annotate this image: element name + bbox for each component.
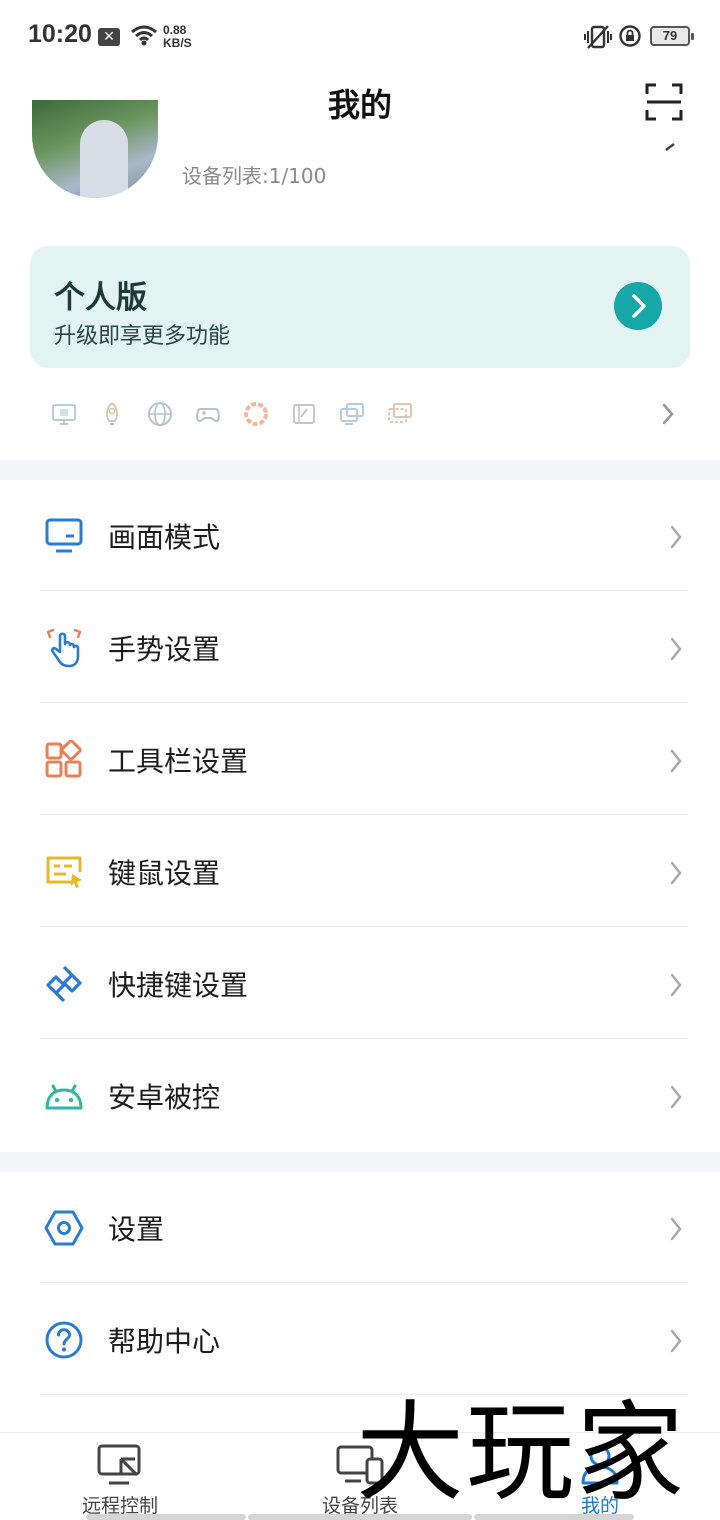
menu-item-display-mode[interactable]: 画面模式 [0, 480, 720, 592]
menu-item-shortcut-settings[interactable]: 快捷键设置 [0, 928, 720, 1040]
help-icon [45, 1321, 83, 1359]
menu-item-gesture-settings[interactable]: 手势设置 [0, 592, 720, 704]
vibrate-mute-icon [584, 25, 612, 49]
section-divider [0, 460, 720, 480]
multi-screen-icon [340, 403, 364, 425]
menu-item-keyboard-mouse-settings[interactable]: 键鼠设置 [0, 816, 720, 928]
divider [40, 814, 688, 815]
menu-item-help-center[interactable]: 帮助中心 [0, 1284, 720, 1396]
version-subtitle: 升级即享更多功能 [54, 324, 231, 349]
feature-row-chevron-icon[interactable] [660, 402, 676, 426]
chevron-right-icon [670, 749, 682, 773]
notification-close-icon: ✕ [98, 28, 120, 46]
chevron-right-icon [670, 1217, 682, 1241]
menu-item-label: 设置 [108, 1213, 165, 1246]
wifi-icon [131, 25, 157, 46]
watermark: 大玩家 [356, 1391, 687, 1516]
chevron-right-icon [670, 1085, 682, 1109]
menu-item-label: 画面模式 [108, 521, 221, 554]
divider [40, 926, 688, 927]
globe-icon [148, 402, 172, 426]
chevron-right-icon [670, 1329, 682, 1353]
monitor-icon [52, 404, 76, 425]
menu-item-settings[interactable]: 设置 [0, 1172, 720, 1284]
remote-control-icon [97, 1444, 141, 1485]
gamepad-icon [196, 408, 220, 423]
nav-remote-control[interactable]: 远程控制 [40, 1443, 200, 1519]
grid-icon [45, 740, 82, 778]
menu-item-label: 安卓被控 [108, 1081, 221, 1114]
scan-icon[interactable] [644, 82, 684, 122]
menu-item-android-controlled[interactable]: 安卓被控 [0, 1040, 720, 1152]
divider [40, 1282, 688, 1283]
settings-hex-icon [44, 1210, 84, 1246]
android-icon [45, 1084, 83, 1110]
divider [40, 1038, 688, 1039]
virtual-screen-icon [388, 403, 412, 423]
tablet-pen-icon [293, 404, 315, 424]
battery-indicator: 79 [650, 26, 694, 46]
device-count: 设备列表:1/100 [182, 164, 327, 188]
chevron-right-icon [670, 525, 682, 549]
menu-item-toolbar-settings[interactable]: 工具栏设置 [0, 704, 720, 816]
divider [40, 590, 688, 591]
avatar[interactable] [32, 100, 158, 198]
version-card[interactable]: 个人版 升级即享更多功能 [30, 246, 690, 368]
network-speed: 0.88 KB/S [163, 24, 192, 50]
chevron-right-icon [670, 861, 682, 885]
rotation-lock-icon [619, 25, 641, 47]
shortcut-icon [46, 965, 82, 1003]
status-time: 10:20 [28, 20, 92, 48]
profile-chevron-icon[interactable] [664, 140, 678, 152]
network-speed-unit: KB/S [163, 36, 192, 50]
feature-icons-row[interactable] [50, 400, 430, 430]
divider [40, 702, 688, 703]
chevron-right-icon [670, 637, 682, 661]
color-wheel-icon [244, 402, 268, 426]
menu-item-label: 工具栏设置 [108, 745, 249, 778]
chevron-right-icon [670, 973, 682, 997]
display-icon [45, 518, 83, 553]
gesture-icon [46, 628, 82, 668]
keyboard-mouse-icon [46, 856, 82, 888]
rocket-icon [106, 401, 118, 425]
menu-item-label: 快捷键设置 [108, 969, 249, 1002]
status-bar: 10:20 ✕ 0.88 KB/S 79 [0, 0, 720, 76]
menu-item-label: 帮助中心 [108, 1325, 221, 1358]
menu-item-label: 手势设置 [108, 633, 221, 666]
menu-item-label: 键鼠设置 [108, 857, 221, 890]
upgrade-arrow-icon[interactable] [614, 282, 662, 330]
section-divider [0, 1152, 720, 1172]
nav-indicator [86, 1514, 246, 1520]
version-title: 个人版 [54, 280, 147, 316]
